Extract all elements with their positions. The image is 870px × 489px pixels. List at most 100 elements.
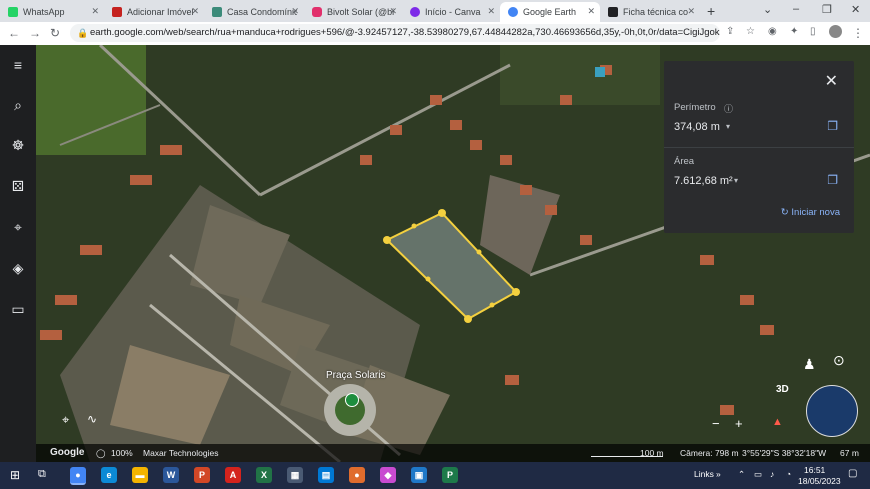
close-icon[interactable]: ✕: [191, 6, 199, 17]
place-marker-icon[interactable]: [345, 393, 359, 407]
project-taskbar-icon[interactable]: P: [442, 467, 458, 483]
app-drop-taskbar-icon[interactable]: ◆: [380, 467, 396, 483]
clock-date[interactable]: 18/05/2023: [798, 476, 841, 486]
close-icon[interactable]: ✕: [825, 71, 838, 91]
zoom-in-button[interactable]: +: [735, 416, 743, 431]
edge-taskbar-icon[interactable]: e: [101, 467, 117, 483]
store-taskbar-icon[interactable]: ▤: [318, 467, 334, 483]
attribution[interactable]: Maxar Technologies: [143, 448, 218, 458]
reload-button[interactable]: ↻: [50, 26, 60, 40]
zoom-out-button[interactable]: −: [712, 416, 720, 431]
street-view-pegman-icon[interactable]: ♟: [803, 356, 816, 373]
network-icon[interactable]: ▭: [754, 469, 762, 480]
place-label[interactable]: Praça Solaris: [326, 370, 385, 381]
extension-icon[interactable]: ◉: [768, 26, 777, 37]
restart-label: Iniciar nova: [791, 207, 840, 218]
close-icon[interactable]: ✕: [587, 6, 595, 17]
calculator-taskbar-icon[interactable]: ▦: [287, 467, 303, 483]
tab-label: Google Earth: [523, 7, 577, 17]
path-icon[interactable]: ∿: [87, 412, 97, 426]
tray-chevron-icon[interactable]: »: [716, 469, 721, 479]
tray-overflow-icon[interactable]: ⌃: [738, 469, 745, 480]
close-icon[interactable]: ✕: [487, 6, 495, 17]
app-circle-taskbar-icon[interactable]: ●: [349, 467, 365, 483]
measure-icon[interactable]: ▭: [9, 301, 27, 318]
earth-sidebar: ≡ ⌕ ☸ ⚄ ⌖ ◈ ▭: [0, 45, 36, 462]
tab-search-icon[interactable]: ⌄: [763, 3, 772, 16]
new-tab-button[interactable]: +: [707, 3, 715, 19]
minimize-button[interactable]: –: [793, 3, 799, 15]
task-view-icon[interactable]: ⧉: [38, 468, 46, 481]
random-icon[interactable]: ⚄: [9, 178, 27, 195]
close-icon[interactable]: ✕: [291, 6, 299, 17]
share-icon[interactable]: ⇪: [726, 26, 734, 37]
powerpoint-taskbar-icon[interactable]: P: [194, 467, 210, 483]
coordinates: 3°55'29"S 38°32'18"W: [742, 448, 827, 458]
clock-time[interactable]: 16:51: [804, 465, 825, 475]
tab-whatsapp[interactable]: WhatsApp ✕: [0, 2, 104, 22]
tab-google-earth[interactable]: Google Earth ✕: [500, 2, 600, 22]
divider: [664, 147, 854, 148]
acrobat-taskbar-icon[interactable]: A: [225, 467, 241, 483]
address-bar[interactable]: 🔒 earth.google.com/web/search/rua+manduc…: [70, 24, 720, 42]
close-icon[interactable]: ✕: [687, 6, 695, 17]
compass-icon[interactable]: ▲: [772, 416, 783, 428]
close-window-button[interactable]: ✕: [851, 3, 860, 16]
tab-label: Adicionar Imóvel: [127, 7, 194, 17]
google-logo: Google: [50, 447, 85, 458]
unit-dropdown-icon[interactable]: ▾: [726, 122, 730, 131]
tab-label: Casa Condomínio: [227, 7, 297, 17]
lock-icon: 🔒: [77, 28, 89, 38]
windows-start-icon[interactable]: ⊞: [10, 468, 20, 482]
copy-icon[interactable]: ❐: [827, 173, 838, 187]
links-toolbar[interactable]: Links: [694, 469, 714, 479]
tab-label: WhatsApp: [23, 7, 65, 17]
tab-bivolt-solar[interactable]: Bivolt Solar (@bi ✕: [304, 2, 402, 22]
word-taskbar-icon[interactable]: W: [163, 467, 179, 483]
voyager-icon[interactable]: ☸: [9, 137, 27, 154]
close-icon[interactable]: ✕: [91, 6, 99, 17]
site-icon: [212, 7, 222, 17]
avatar[interactable]: [829, 25, 842, 38]
globe-minimap[interactable]: [806, 385, 858, 437]
side-panel-icon[interactable]: ▯: [810, 26, 816, 37]
extensions-puzzle-icon[interactable]: ✦: [790, 26, 798, 37]
tab-canva[interactable]: Início - Canva ✕: [402, 2, 500, 22]
explorer-taskbar-icon[interactable]: ▬: [132, 467, 148, 483]
help-icon[interactable]: ⓘ: [724, 102, 733, 115]
photos-taskbar-icon[interactable]: ▣: [411, 467, 427, 483]
tab-casa-condominio[interactable]: Casa Condomínio ✕: [204, 2, 304, 22]
copy-icon[interactable]: ❐: [827, 119, 838, 133]
tab-adicionar-imovel[interactable]: Adicionar Imóvel ✕: [104, 2, 204, 22]
tab-label: Ficha técnica co: [623, 7, 689, 17]
projects-icon[interactable]: ⌖: [9, 219, 27, 236]
volume-icon[interactable]: ♪: [770, 469, 774, 479]
forward-button[interactable]: →: [29, 26, 41, 40]
layers-icon[interactable]: ◈: [9, 260, 27, 277]
back-button[interactable]: ←: [8, 26, 20, 40]
site-icon: [608, 7, 618, 17]
area-value[interactable]: 7.612,68 m²: [674, 175, 733, 187]
camera-altitude: Câmera: 798 m: [680, 448, 739, 458]
location-pin-icon[interactable]: ⌖: [62, 412, 69, 428]
maximize-button[interactable]: ❐: [822, 3, 832, 16]
perimeter-value[interactable]: 374,08 m: [674, 121, 720, 133]
menu-icon[interactable]: ≡: [9, 57, 27, 73]
tab-strip: WhatsApp ✕ Adicionar Imóvel ✕ Casa Condo…: [0, 0, 870, 22]
restart-button[interactable]: ↻ Iniciar nova: [781, 207, 840, 218]
close-icon[interactable]: ✕: [389, 6, 397, 17]
3d-toggle[interactable]: 3D: [776, 384, 789, 395]
wifi-icon[interactable]: ◔: [786, 469, 791, 479]
notifications-icon[interactable]: ▢: [848, 468, 857, 479]
whatsapp-icon: [8, 7, 18, 17]
unit-dropdown-icon[interactable]: ▾: [734, 176, 738, 185]
bookmark-star-icon[interactable]: ☆: [746, 26, 755, 37]
my-location-icon[interactable]: ⊙: [833, 352, 845, 369]
chrome-taskbar-icon[interactable]: ●: [70, 467, 86, 485]
excel-taskbar-icon[interactable]: X: [256, 467, 272, 483]
menu-icon[interactable]: ⋮: [852, 26, 864, 40]
perimeter-label: Perímetro: [674, 102, 716, 113]
tab-ficha-tecnica[interactable]: Ficha técnica co ✕: [600, 2, 700, 22]
url-text: earth.google.com/web/search/rua+manduca+…: [90, 27, 720, 38]
search-icon[interactable]: ⌕: [9, 97, 27, 114]
